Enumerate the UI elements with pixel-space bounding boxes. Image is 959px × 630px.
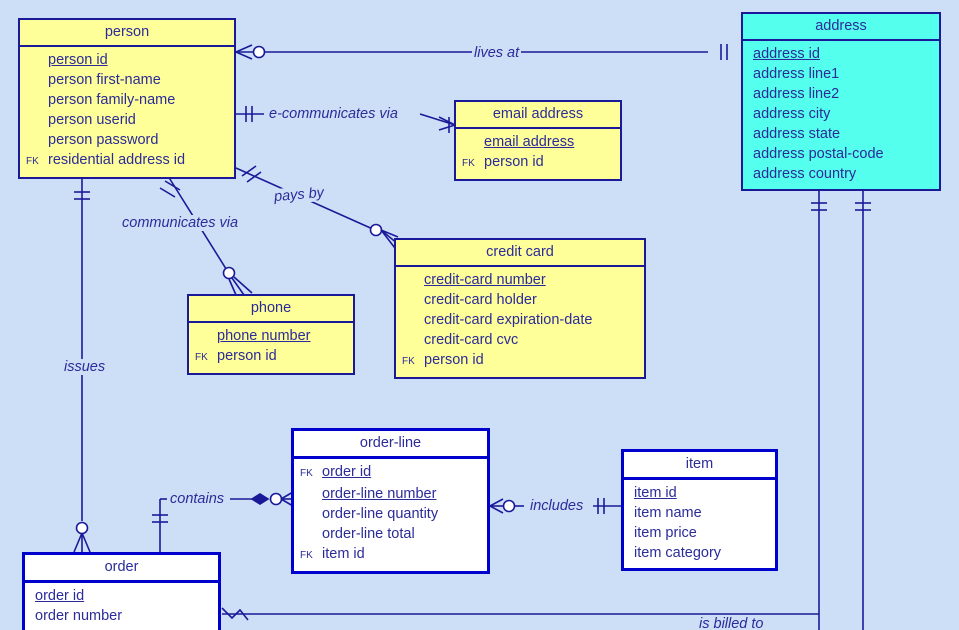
entity-phone[interactable]: phone phone number FK person id <box>187 294 355 376</box>
entity-credit-card[interactable]: credit card credit-card number credit-ca… <box>394 238 646 380</box>
attribute-row: credit-card expiration-date <box>424 312 593 329</box>
entity-address[interactable]: address address id address line1 address… <box>741 12 941 192</box>
fk-marker: FK <box>300 468 313 480</box>
entity-email-address[interactable]: email address email address FK person id <box>454 100 622 182</box>
relationship-label-e-communicates-via: e-communicates via <box>267 106 400 122</box>
attribute-row: FK person id <box>462 152 614 174</box>
attribute-row: address line1 <box>753 66 840 83</box>
attribute-row: person password <box>48 132 159 149</box>
attribute-row: phone number <box>217 328 311 345</box>
attribute-row: person id <box>48 52 108 69</box>
entity-person[interactable]: person person id person first-name perso… <box>18 18 236 180</box>
attribute-row: person userid <box>48 112 136 129</box>
relationship-label-lives-at: lives at <box>472 45 522 61</box>
entity-order-line[interactable]: order-line FK order id order-line number … <box>291 428 490 575</box>
entity-phone-title: phone <box>189 296 353 324</box>
entity-credit-card-title: credit card <box>396 240 644 268</box>
entity-phone-attributes: phone number FK person id <box>189 323 353 373</box>
relationship-label-issues: issues <box>62 359 108 375</box>
relationship-label-includes: includes <box>528 498 586 514</box>
attribute-row: address city <box>753 106 831 123</box>
attribute-row: order id <box>35 588 85 605</box>
attribute-row: email address <box>484 134 575 151</box>
entity-credit-card-attributes: credit-card number credit-card holder cr… <box>396 267 644 377</box>
fk-marker: FK <box>195 352 208 364</box>
attribute-row: order-line number <box>322 486 437 503</box>
attribute-row: item id <box>634 485 677 502</box>
entity-address-title: address <box>743 14 939 42</box>
entity-order-line-title: order-line <box>294 431 487 460</box>
attribute-row: address line2 <box>753 86 840 103</box>
entity-person-attributes: person id person first-name person famil… <box>20 47 234 177</box>
attribute-row: FK item id <box>300 544 481 566</box>
entity-order[interactable]: order order id order number <box>22 552 221 630</box>
attribute-row: order-line quantity <box>322 506 439 523</box>
relationship-label-communicates-via: communicates via <box>120 215 241 231</box>
attribute-row: address postal-code <box>753 146 884 163</box>
entity-email-address-attributes: email address FK person id <box>456 129 620 179</box>
attribute-row: person family-name <box>48 92 176 109</box>
entity-item-attributes: item id item name item price item catego… <box>624 480 775 568</box>
relationship-label-pays-by: pays by <box>271 184 327 206</box>
attribute-row: FK order id <box>300 462 481 484</box>
entity-item[interactable]: item item id item name item price item c… <box>621 449 778 572</box>
fk-marker: FK <box>462 158 475 170</box>
attribute-row: item category <box>634 545 722 562</box>
attribute-row: order-line total <box>322 526 415 543</box>
entity-person-title: person <box>20 20 234 48</box>
entity-item-title: item <box>624 452 775 481</box>
entity-order-attributes: order id order number <box>25 583 218 630</box>
entity-email-address-title: email address <box>456 102 620 130</box>
attribute-row: person first-name <box>48 72 161 89</box>
entity-order-line-attributes: FK order id order-line number order-line … <box>294 459 487 571</box>
attribute-row: address id <box>753 46 820 63</box>
attribute-row: item price <box>634 525 697 542</box>
attribute-row: credit-card cvc <box>424 332 519 349</box>
attribute-row: FK person id <box>195 346 347 368</box>
attribute-row: FK residential address id <box>26 150 228 172</box>
attribute-row: address country <box>753 166 857 183</box>
attribute-row: order number <box>35 608 123 625</box>
relationship-label-is-billed-to: is billed to <box>697 616 766 630</box>
attribute-row: credit-card holder <box>424 292 537 309</box>
attribute-row: item name <box>634 505 702 522</box>
fk-marker: FK <box>402 356 415 368</box>
entity-address-attributes: address id address line1 address line2 a… <box>743 41 939 189</box>
attribute-row: FK person id <box>402 350 638 372</box>
attribute-row: address state <box>753 126 841 143</box>
er-diagram-canvas: person person id person first-name perso… <box>0 0 959 630</box>
fk-marker: FK <box>26 156 39 168</box>
fk-marker: FK <box>300 550 313 562</box>
relationship-label-contains: contains <box>168 491 227 507</box>
attribute-row: credit-card number <box>424 272 546 289</box>
entity-order-title: order <box>25 555 218 584</box>
